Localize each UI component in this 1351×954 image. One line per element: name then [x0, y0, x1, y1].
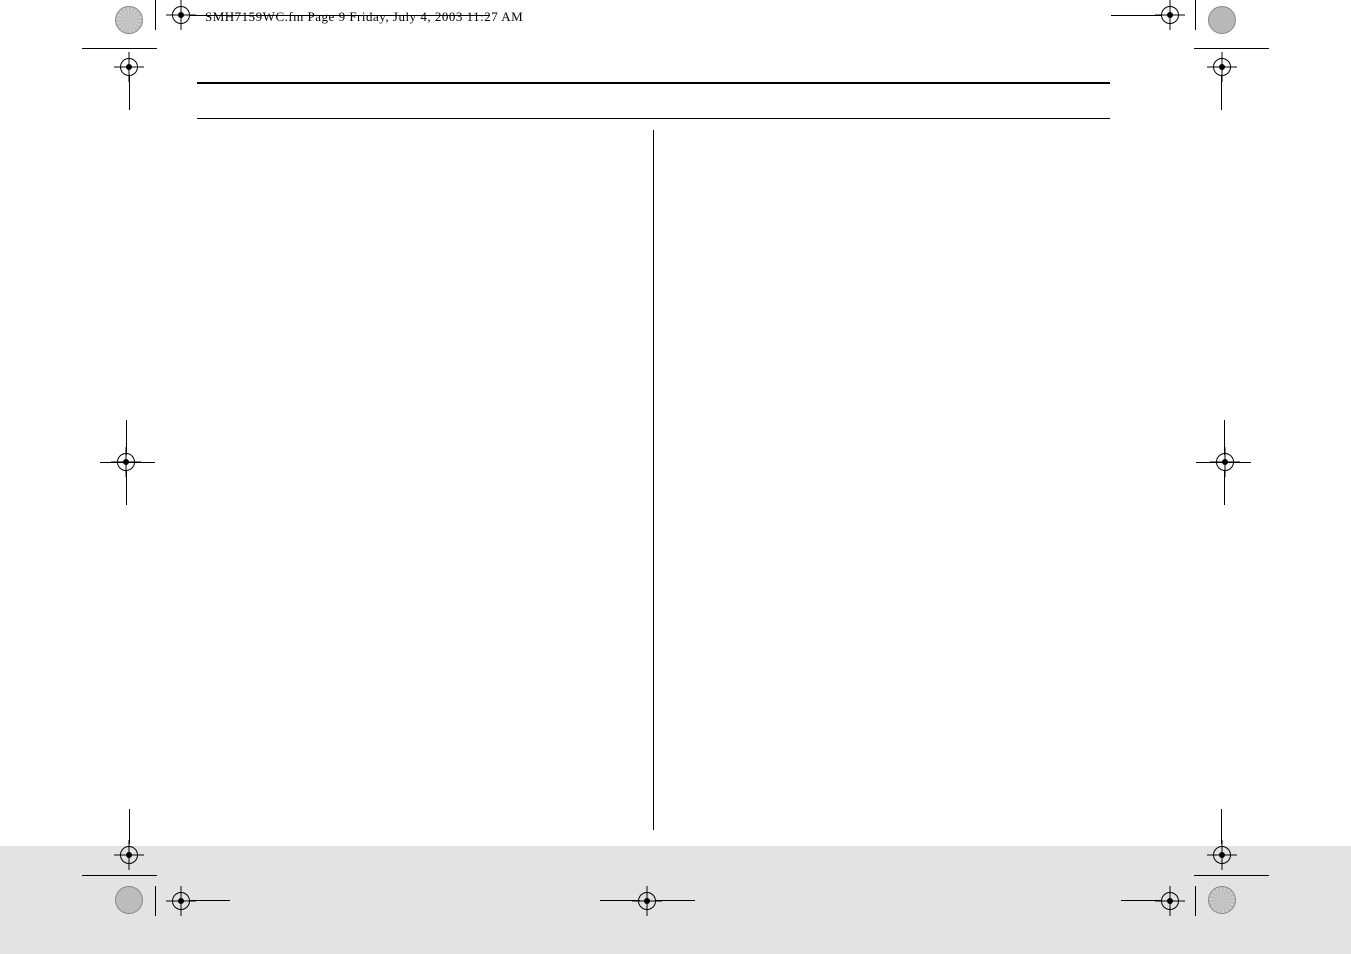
- crop-line: [126, 470, 127, 505]
- register-mark-icon: [1161, 892, 1179, 910]
- register-mark-icon: [1213, 58, 1231, 76]
- register-mark-icon: [1161, 6, 1179, 24]
- crop-line: [1221, 809, 1222, 844]
- register-mark-icon: [172, 6, 190, 24]
- register-mark-icon: [638, 892, 656, 910]
- color-target-disc: [1208, 6, 1236, 34]
- crop-line: [1224, 470, 1225, 505]
- crop-line: [129, 75, 130, 110]
- crop-line: [1111, 15, 1161, 16]
- crop-line: [655, 900, 695, 901]
- crop-line: [190, 15, 490, 16]
- crop-line: [190, 900, 230, 901]
- color-target-disc: [1208, 886, 1236, 914]
- crop-line: [100, 462, 155, 463]
- register-mark-icon: [120, 846, 138, 864]
- crop-line: [1195, 0, 1196, 30]
- document-header-text: SMH7159WC.fm Page 9 Friday, July 4, 2003…: [205, 9, 523, 25]
- crop-line: [1195, 886, 1196, 916]
- crop-line: [82, 875, 157, 876]
- crop-line: [129, 809, 130, 844]
- frame-rule-top-thin: [197, 118, 1110, 119]
- crop-line: [82, 48, 157, 49]
- color-target-disc: [115, 6, 143, 34]
- crop-line: [1221, 75, 1222, 110]
- register-mark-icon: [172, 892, 190, 910]
- crop-line: [155, 0, 156, 30]
- register-mark-icon: [1213, 846, 1231, 864]
- crop-line: [155, 886, 156, 916]
- crop-line: [1194, 875, 1269, 876]
- frame-rule-top-thick: [197, 82, 1110, 84]
- crop-line: [1194, 48, 1269, 49]
- color-target-disc: [115, 886, 143, 914]
- frame-rule-center: [653, 130, 654, 830]
- crop-line: [1196, 462, 1251, 463]
- register-mark-icon: [120, 58, 138, 76]
